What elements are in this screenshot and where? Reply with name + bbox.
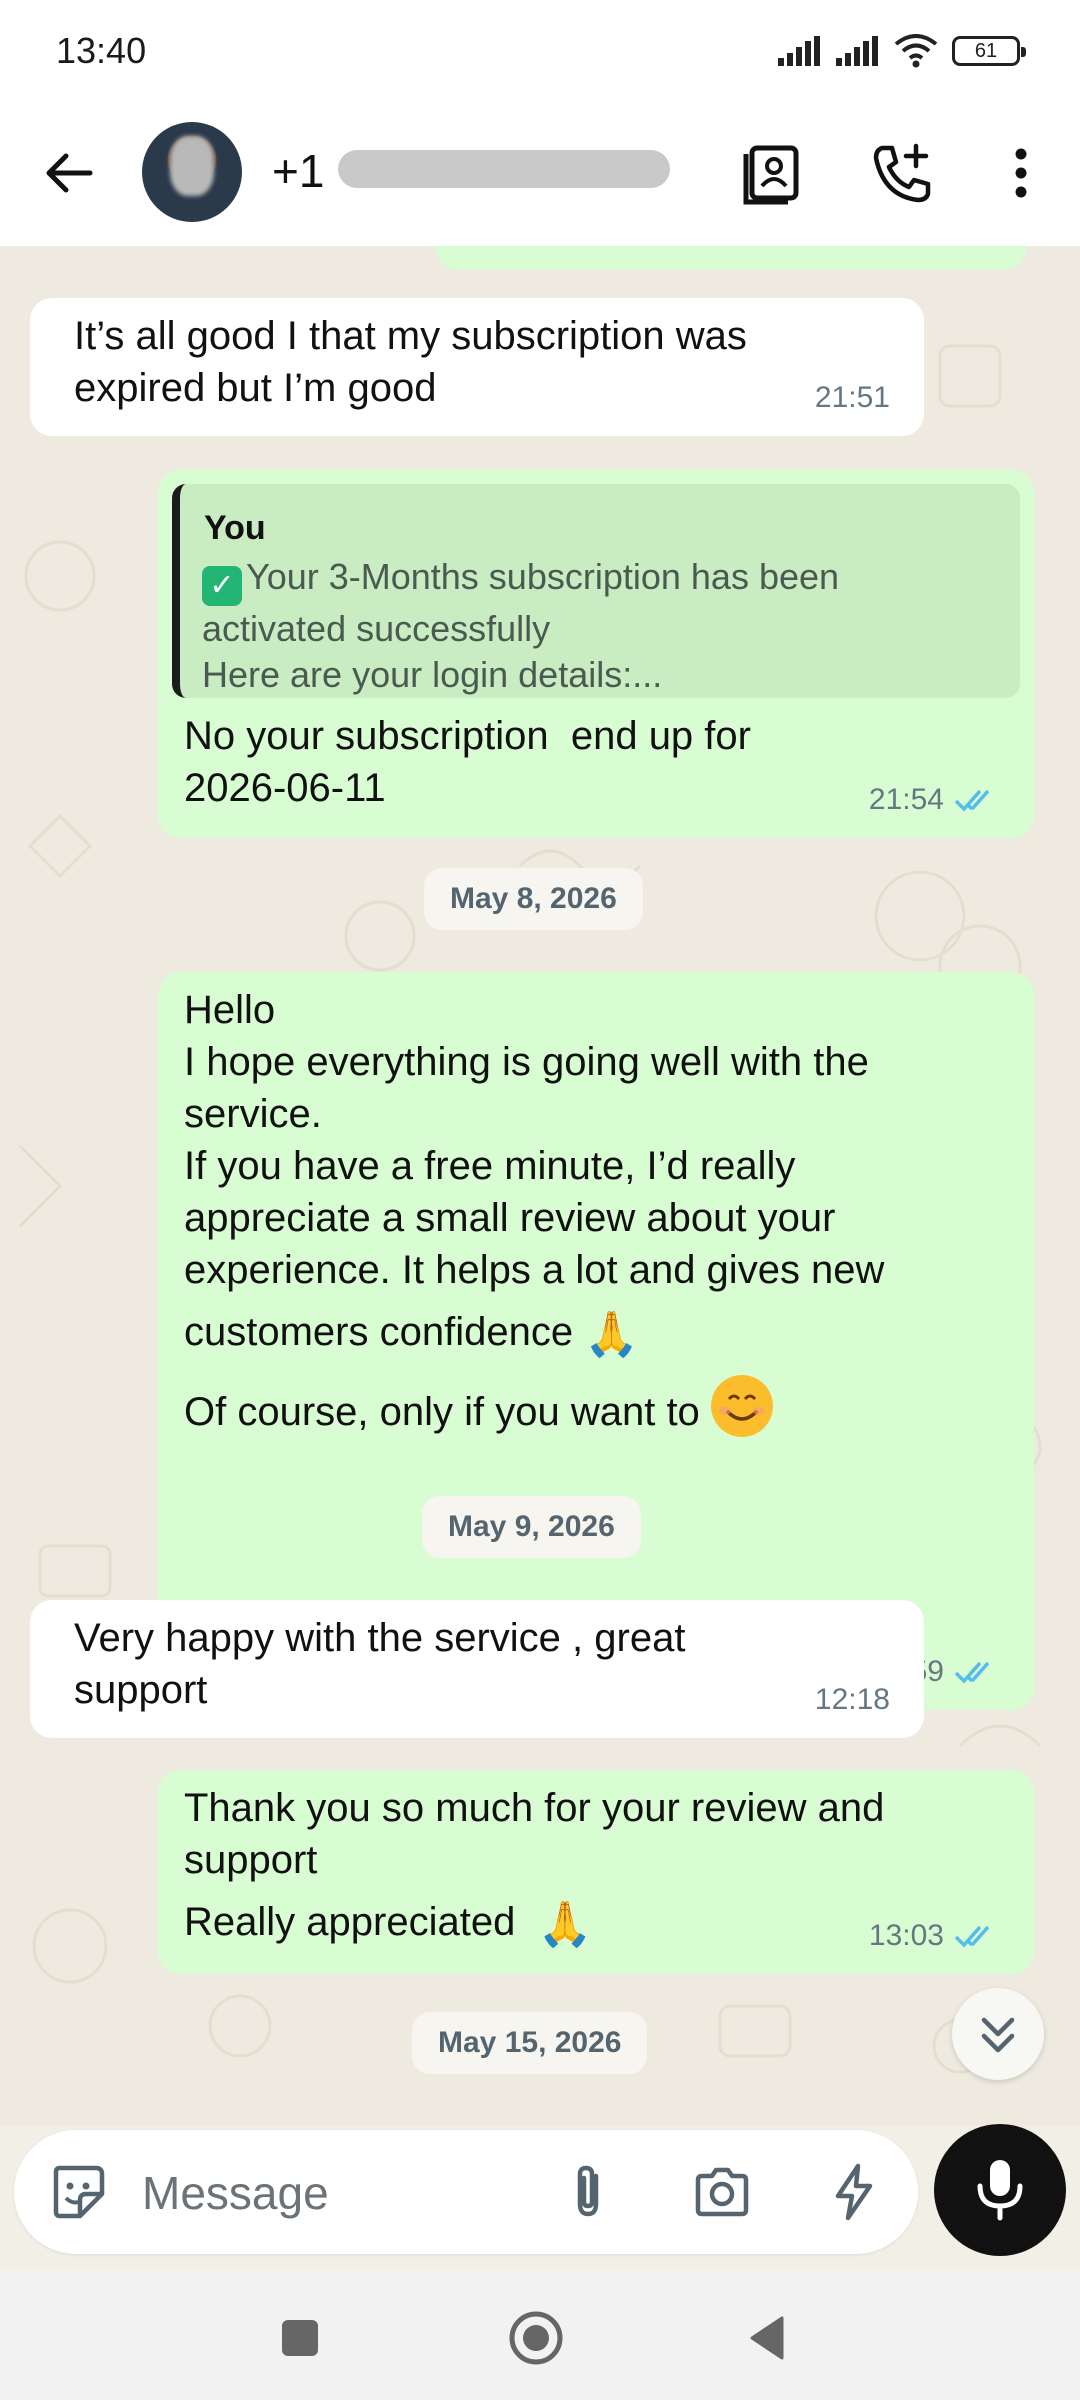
add-call-icon[interactable] bbox=[868, 138, 938, 208]
message-bubble-incoming[interactable]: Very happy with the service , great supp… bbox=[30, 1600, 924, 1738]
lightning-icon[interactable] bbox=[822, 2160, 886, 2224]
system-navigation-bar bbox=[0, 2270, 1080, 2400]
scroll-to-bottom-button[interactable] bbox=[952, 1988, 1044, 2080]
quoted-message[interactable]: You ✓ Your 3-Months subscription has been… bbox=[172, 484, 1020, 698]
check-mark-emoji-icon: ✓ bbox=[202, 566, 242, 606]
message-text: Thank you so much for your review and su… bbox=[184, 1786, 885, 1949]
back-triangle-icon[interactable] bbox=[738, 2306, 802, 2370]
status-time: 13:40 bbox=[56, 30, 147, 71]
message-time: 21:54 bbox=[869, 774, 1000, 826]
camera-icon[interactable] bbox=[690, 2160, 754, 2224]
message-bubble-incoming[interactable]: It’s all good I that my subscription was… bbox=[30, 298, 924, 436]
smiling-face-emoji-icon bbox=[710, 1375, 773, 1437]
contact-card-icon[interactable] bbox=[738, 138, 808, 208]
folded-hands-emoji-icon: 🙏 bbox=[584, 1310, 640, 1359]
date-chip: May 9, 2026 bbox=[422, 1496, 641, 1558]
home-circle-icon[interactable] bbox=[504, 2306, 568, 2370]
redacted-phone-number bbox=[338, 150, 670, 188]
quote-author: You bbox=[204, 509, 266, 547]
avatar[interactable] bbox=[142, 122, 242, 222]
message-text: Hello I hope everything is going well wi… bbox=[184, 984, 884, 1438]
double-chevron-down-icon bbox=[981, 2017, 1015, 2053]
signal-icon bbox=[778, 36, 820, 66]
read-ticks-icon bbox=[954, 1925, 990, 1948]
message-time: 12:18 bbox=[814, 1683, 890, 1716]
message-time: 13:03 bbox=[869, 1910, 1000, 1962]
more-vert-icon[interactable] bbox=[986, 138, 1056, 208]
quote-text: ✓ Your 3-Months subscription has been act… bbox=[202, 556, 840, 695]
attach-icon[interactable] bbox=[556, 2160, 620, 2224]
date-chip: May 8, 2026 bbox=[424, 868, 643, 930]
read-ticks-icon bbox=[954, 789, 990, 812]
contact-name[interactable]: +1 bbox=[272, 144, 324, 198]
message-bubble-outgoing[interactable]: You ✓ Your 3-Months subscription has been… bbox=[158, 470, 1034, 838]
message-text: No your subscription end up for 2026-06-… bbox=[184, 714, 751, 810]
chat-header: +1 bbox=[0, 100, 1080, 246]
signal-icon-2 bbox=[836, 36, 878, 66]
read-ticks-icon bbox=[954, 1661, 990, 1684]
message-composer[interactable]: Message bbox=[14, 2130, 918, 2254]
status-bar: 13:40 61 bbox=[0, 0, 1080, 100]
message-bubble-partial[interactable] bbox=[436, 246, 1026, 270]
wifi-icon bbox=[894, 34, 938, 68]
message-text: Very happy with the service , great supp… bbox=[74, 1616, 686, 1712]
message-text: It’s all good I that my subscription was… bbox=[74, 314, 747, 410]
back-arrow-icon[interactable] bbox=[34, 138, 104, 208]
voice-record-button[interactable] bbox=[934, 2124, 1066, 2256]
message-input[interactable]: Message bbox=[142, 2166, 329, 2220]
battery-icon: 61 bbox=[952, 36, 1026, 66]
sticker-icon[interactable] bbox=[46, 2160, 110, 2224]
folded-hands-emoji-icon: 🙏 bbox=[537, 1900, 593, 1949]
microphone-icon bbox=[977, 2160, 1023, 2221]
status-icons: 61 bbox=[778, 34, 1026, 68]
recents-square-icon[interactable] bbox=[268, 2306, 332, 2370]
date-chip: May 15, 2026 bbox=[412, 2012, 648, 2074]
message-time: 21:51 bbox=[814, 381, 890, 414]
message-bubble-outgoing[interactable]: Thank you so much for your review and su… bbox=[158, 1770, 1034, 1974]
chat-area[interactable]: It’s all good I that my subscription was… bbox=[0, 246, 1080, 2126]
